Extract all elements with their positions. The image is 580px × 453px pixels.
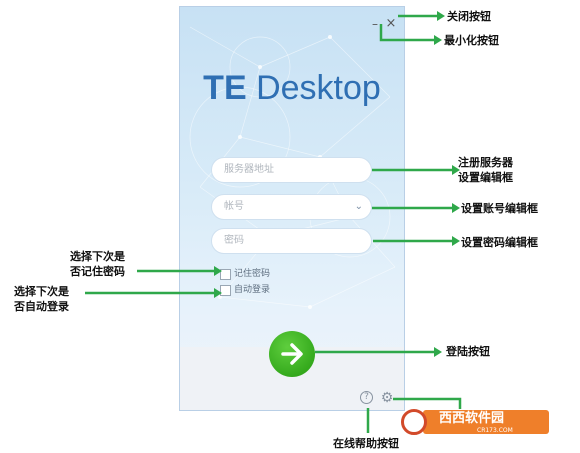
annotation-remember-line2: 否记住密码 <box>70 265 125 278</box>
annotation-remember-line1: 选择下次是 <box>70 250 125 263</box>
annotation-password: 设置密码编辑框 <box>461 236 538 249</box>
annotation-account: 设置账号编辑框 <box>461 202 538 215</box>
annotation-auto-line2: 否自动登录 <box>14 300 69 313</box>
annotation-close: 关闭按钮 <box>447 10 491 23</box>
watermark-url: CR173.COM <box>477 427 513 434</box>
annotation-lines <box>85 11 462 433</box>
annotation-server-line1: 注册服务器 <box>458 156 513 169</box>
annotation-minimize: 最小化按钮 <box>444 34 499 47</box>
annotation-login: 登陆按钮 <box>446 345 490 358</box>
watermark: 西西软件园 CR173.COM <box>395 405 555 441</box>
annotation-help: 在线帮助按钮 <box>333 437 399 450</box>
watermark-logo-icon <box>401 409 427 435</box>
annotation-server-line2: 设置编辑框 <box>458 171 513 184</box>
annotation-auto-line1: 选择下次是 <box>14 285 69 298</box>
